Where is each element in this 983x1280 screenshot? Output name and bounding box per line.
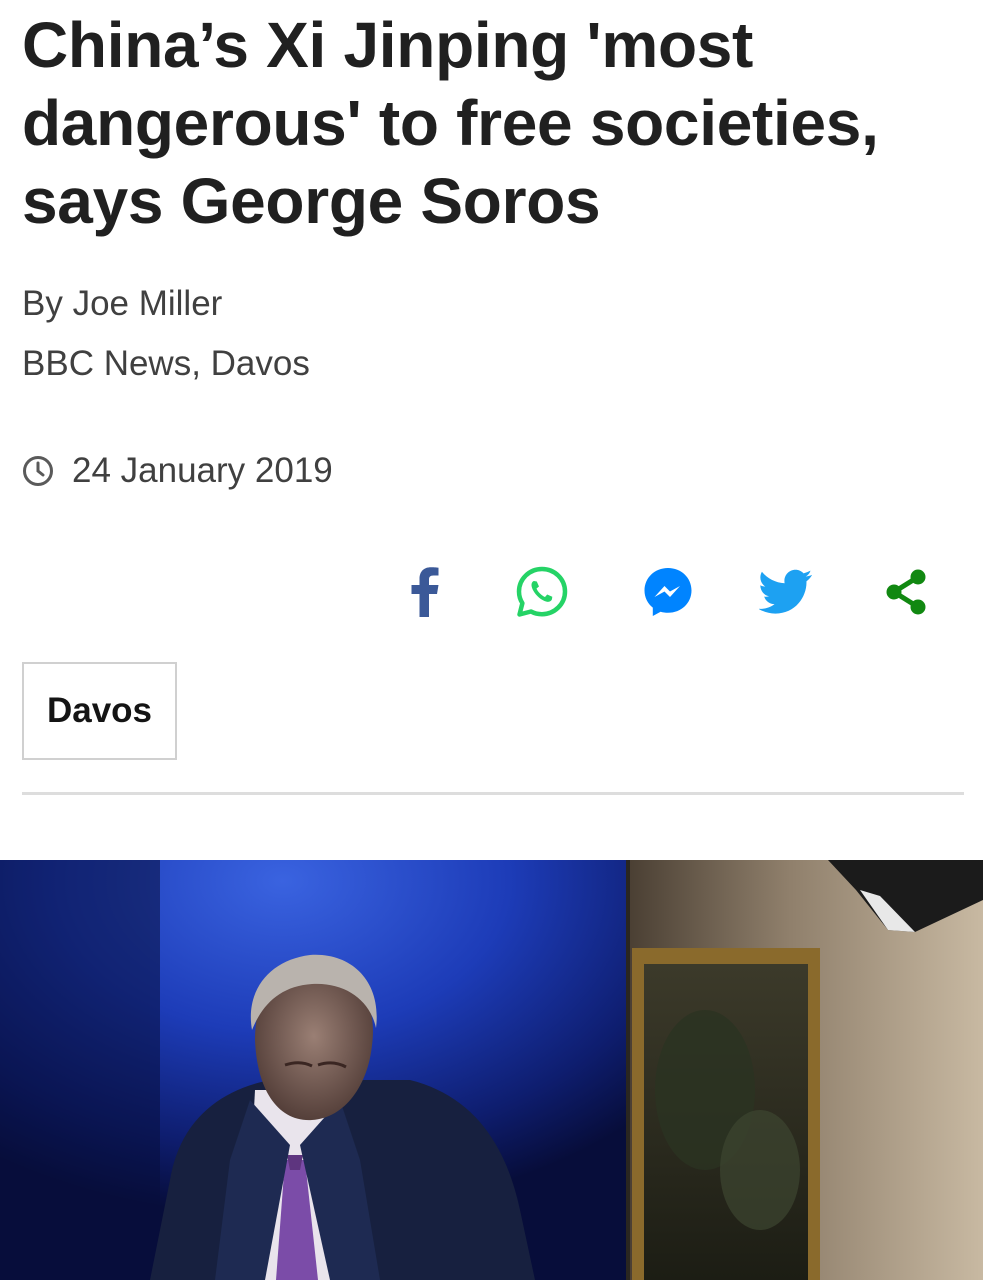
share-whatsapp-button[interactable] bbox=[512, 562, 572, 622]
share-twitter-button[interactable] bbox=[756, 562, 816, 622]
date-text: 24 January 2019 bbox=[72, 451, 333, 490]
twitter-icon bbox=[759, 569, 813, 614]
facebook-icon bbox=[411, 567, 439, 617]
share-more-button[interactable] bbox=[876, 562, 936, 622]
share-toolbar bbox=[0, 562, 983, 622]
article-photo-image bbox=[0, 860, 983, 1280]
share-icon bbox=[886, 569, 926, 615]
whatsapp-icon bbox=[516, 566, 568, 617]
clock-icon bbox=[23, 456, 53, 486]
share-messenger-button[interactable] bbox=[638, 562, 698, 622]
article-photo bbox=[0, 860, 983, 1280]
byline-organization: BBC News, Davos bbox=[22, 344, 310, 383]
article-headline: China’s Xi Jinping 'most dangerous' to f… bbox=[22, 9, 879, 237]
publish-date: 24 January 2019 bbox=[22, 449, 333, 493]
topic-tag-davos[interactable]: Davos bbox=[22, 662, 177, 760]
byline-author: By Joe Miller bbox=[22, 284, 223, 323]
section-divider bbox=[22, 792, 964, 795]
share-facebook-button[interactable] bbox=[394, 562, 454, 622]
messenger-icon bbox=[644, 568, 692, 616]
